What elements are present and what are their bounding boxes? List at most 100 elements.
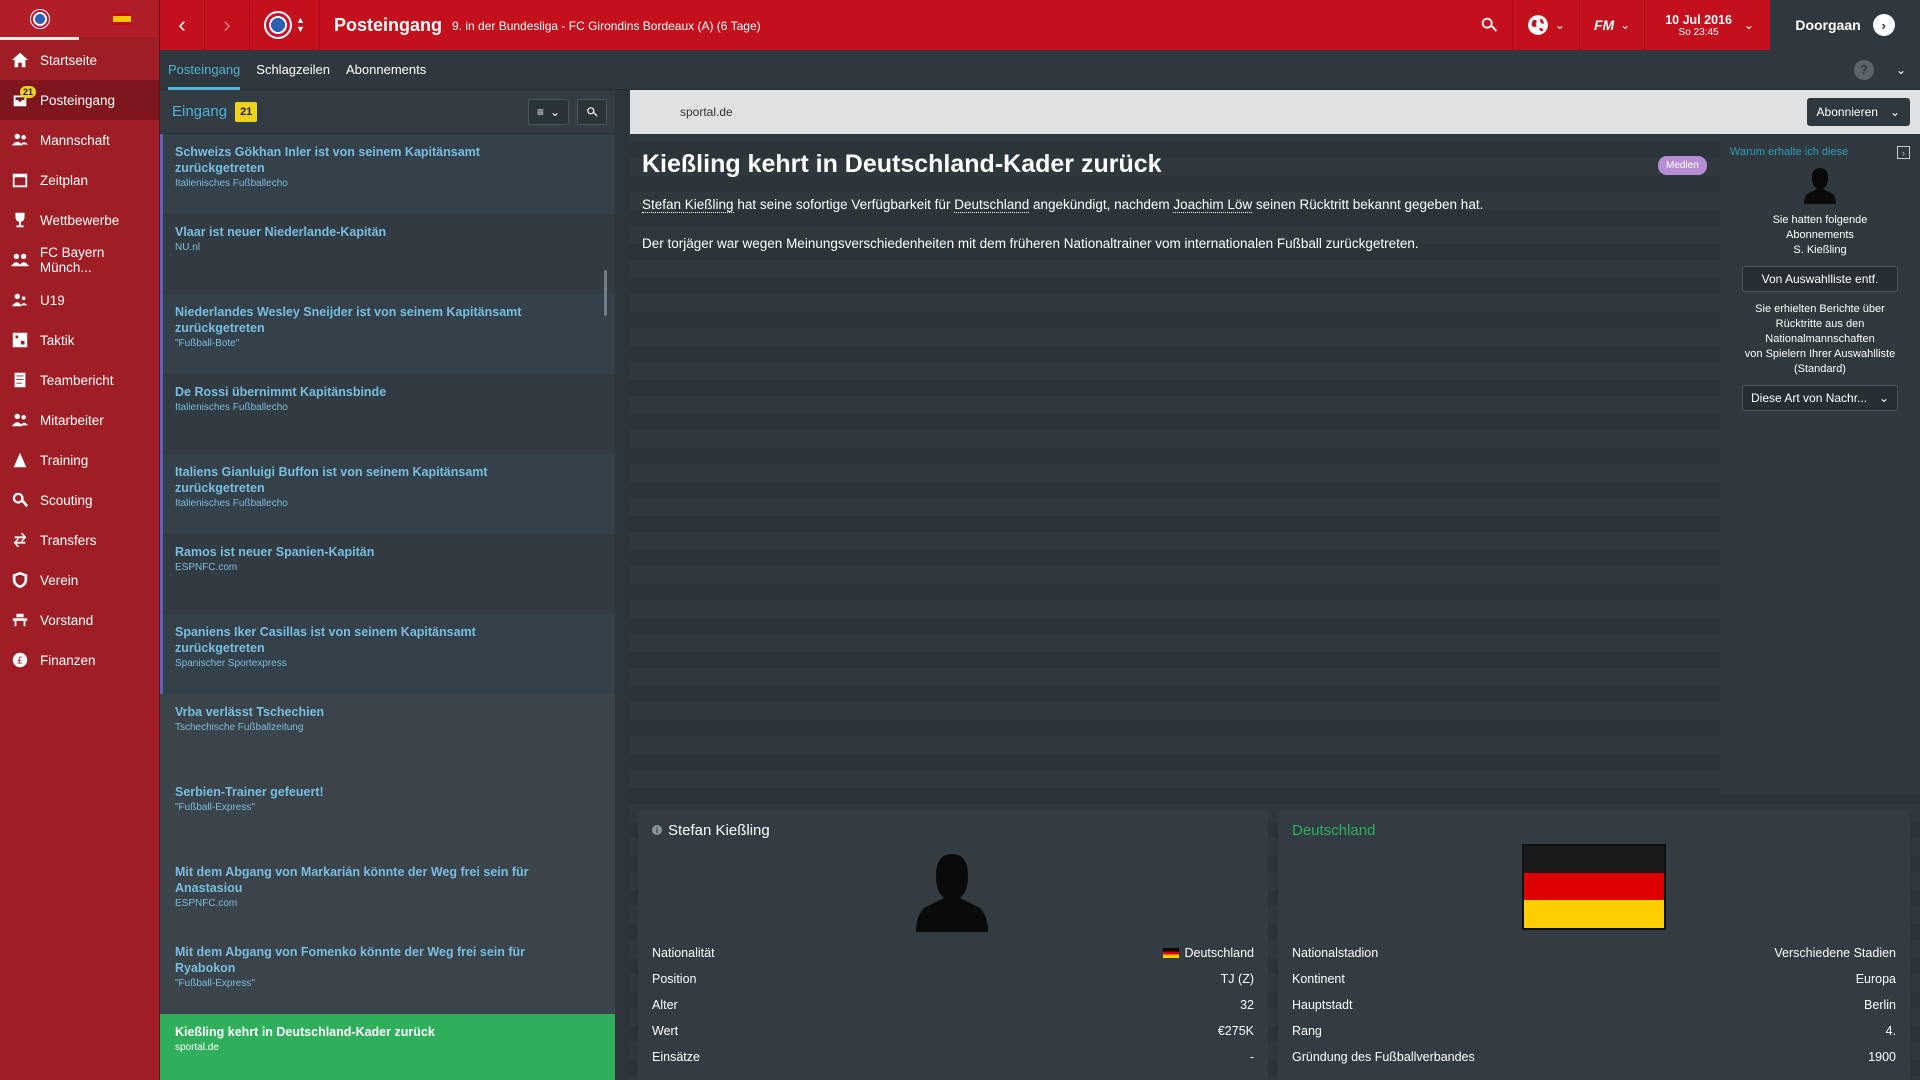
sidebar-item-startseite[interactable]: Startseite <box>0 40 159 80</box>
subscribe-button[interactable]: Abonnieren ⌄ <box>1806 98 1910 126</box>
scrollbar[interactable] <box>604 270 607 316</box>
sidebar-item-mannschaft[interactable]: Mannschaft <box>0 120 159 160</box>
article-text: hat seine sofortige Verfügbarkeit für <box>733 197 955 212</box>
nation-name[interactable]: Deutschland <box>1292 820 1896 840</box>
list-item[interactable]: Niederlandes Wesley Sneijder ist von sei… <box>160 294 615 374</box>
chevron-down-icon[interactable]: ⌄ <box>1896 63 1906 77</box>
attribute-value: Verschiedene Stadien <box>1774 946 1896 960</box>
search-icon <box>10 490 30 510</box>
sidebar-item-posteingang[interactable]: 21 Posteingang <box>0 80 159 120</box>
remove-from-shortlist-button[interactable]: Von Auswahlliste entf. <box>1742 266 1898 292</box>
sidebar-item-mitarbeiter[interactable]: Mitarbeiter <box>0 400 159 440</box>
list-item[interactable]: Ramos ist neuer Spanien-Kapitän ESPNFC.co… <box>160 534 615 614</box>
message-title: Ramos ist neuer Spanien-Kapitän <box>175 545 375 559</box>
globe-icon <box>1527 15 1548 35</box>
club-switcher[interactable]: ▲ ▼ <box>250 0 320 50</box>
list-item[interactable]: Italiens Gianluigi Buffon ist von seinem… <box>160 454 615 534</box>
article-text: angekündigt, nachdem <box>1029 197 1174 212</box>
message-source: "Fußball-Express" <box>175 802 255 813</box>
sidebar-item-zeitplan[interactable]: Zeitplan <box>0 160 159 200</box>
sidebar-item-transfers[interactable]: Transfers <box>0 520 159 560</box>
sidebar-item-label: Teambericht <box>40 372 114 388</box>
list-item-selected[interactable]: Kießling kehrt in Deutschland-Kader zurü… <box>160 1014 615 1080</box>
club-crest-icon <box>264 11 293 39</box>
calendar-icon <box>10 170 30 190</box>
attribute-label: Kontinent <box>1292 972 1345 986</box>
sidebar-item-team[interactable]: FC Bayern Münch... <box>0 240 159 280</box>
sidebar-item-label: Posteingang <box>40 92 116 108</box>
continue-button[interactable]: Doorgaan › <box>1770 0 1920 50</box>
list-item[interactable]: Mit dem Abgang von Markarián könnte der … <box>160 854 615 934</box>
sidebar-item-scouting[interactable]: Scouting <box>0 480 159 520</box>
list-item[interactable]: Serbien-Trainer gefeuert! "Fußball-Expres… <box>160 774 615 854</box>
sidebar-item-verein[interactable]: Verein <box>0 560 159 600</box>
current-date: 10 Jul 2016 <box>1665 12 1732 27</box>
list-item[interactable]: Mit dem Abgang von Fomenko könnte der We… <box>160 934 615 1014</box>
player-card-title[interactable]: i Stefan Kießling <box>652 820 1254 840</box>
world-menu-button[interactable]: ⌄ <box>1511 0 1579 50</box>
flag-germany-icon <box>1522 844 1666 930</box>
forward-button[interactable]: › <box>205 0 250 50</box>
inbox-folder-label[interactable]: Eingang <box>172 103 227 120</box>
page-title: Posteingang <box>334 14 443 35</box>
why-panel: Warum erhalte ich diese › Sie hatten fol… <box>1720 134 1920 794</box>
list-item[interactable]: De Rossi übernimmt Kapitänsbinde Italieni… <box>160 374 615 454</box>
report-reason-line: von Spielern Ihrer Auswahlliste <box>1744 348 1896 360</box>
subscription-reason: Sie hatten folgende Abonnements S. Kießl… <box>1720 213 1920 258</box>
tab-schlagzeilen[interactable]: Schlagzeilen <box>248 50 338 90</box>
sidebar-item-label: Wettbewerbe <box>40 212 120 228</box>
home-icon <box>10 50 30 70</box>
nation-link[interactable]: Deutschland <box>954 197 1030 213</box>
sidebar-item-wettbewerbe[interactable]: Wettbewerbe <box>0 200 159 240</box>
unread-count-badge: 21 <box>235 101 258 122</box>
sidebar-item-finanzen[interactable]: £ Finanzen <box>0 640 159 680</box>
tab-posteingang[interactable]: Posteingang <box>160 50 248 90</box>
list-item[interactable]: Vrba verlässt Tschechien Tschechische Fuß… <box>160 694 615 774</box>
sidebar-item-label: Zeitplan <box>40 172 89 188</box>
sort-menu-button[interactable]: ≡ ⌄ <box>527 98 569 125</box>
club-icon <box>10 570 30 590</box>
player-link[interactable]: Stefan Kießling <box>642 197 734 213</box>
tab-abonnements[interactable]: Abonnements <box>338 50 434 90</box>
message-title: Spaniens Iker Casillas ist von seinem Ka… <box>175 625 476 655</box>
attribute-value[interactable]: Deutschland <box>1162 946 1254 960</box>
report-reason-line: (Standard) <box>1794 363 1846 375</box>
list-item[interactable]: Vlaar ist neuer Niederlande-Kapitän NU.nl <box>160 214 615 294</box>
sidebar-item-label: Finanzen <box>40 652 96 668</box>
date-display[interactable]: 10 Jul 2016 So 23:45 ⌄ <box>1644 0 1770 50</box>
chevron-down-icon: ⌄ <box>1889 105 1900 119</box>
next-match-info[interactable]: 9. in der Bundesliga - FC Girondins Bord… <box>452 19 761 33</box>
message-source: Tschechische Fußballzeitung <box>175 722 304 733</box>
back-button[interactable]: ‹ <box>160 0 205 50</box>
sidebar-item-vorstand[interactable]: Vorstand <box>0 600 159 640</box>
club-crest-icon[interactable] <box>30 8 50 29</box>
nation-flag-icon[interactable] <box>113 12 131 25</box>
message-type-select[interactable]: Diese Art von Nachr... ⌄ <box>1742 385 1898 411</box>
message-source: NU.nl <box>175 242 201 253</box>
list-item[interactable]: Schweizs Gökhan Inler ist von seinem Kap… <box>160 134 615 214</box>
help-icon[interactable]: ? <box>1853 59 1874 80</box>
inbox-search-button[interactable] <box>577 98 607 125</box>
list-item[interactable]: Spaniens Iker Casillas ist von seinem Ka… <box>160 614 615 694</box>
message-source: "Fußball-Express" <box>175 978 255 989</box>
youth-icon <box>10 290 30 310</box>
search-button[interactable] <box>1466 0 1512 50</box>
sidebar-item-taktik[interactable]: Taktik <box>0 320 159 360</box>
sidebar-item-teambericht[interactable]: Teambericht <box>0 360 159 400</box>
tabs-bar: Posteingang Schlagzeilen Abonnements ? ⌄ <box>160 50 1920 90</box>
chevron-down-icon: ⌄ <box>1554 18 1565 32</box>
player-silhouette-icon <box>1804 168 1836 204</box>
sidebar-item-u19[interactable]: U19 <box>0 280 159 320</box>
collapse-icon[interactable]: › <box>1897 146 1910 159</box>
sidebar-item-training[interactable]: Training <box>0 440 159 480</box>
coach-link[interactable]: Joachim Löw <box>1173 197 1253 213</box>
message-title: Vrba verlässt Tschechien <box>175 705 325 719</box>
source-bar: sportal.de Abonnieren ⌄ <box>630 90 1920 134</box>
staff-icon <box>10 410 30 430</box>
training-icon <box>10 450 30 470</box>
message-title: Italiens Gianluigi Buffon ist von seinem… <box>175 465 488 495</box>
player-name: Stefan Kießling <box>668 821 770 839</box>
attribute-label: Nationalität <box>652 946 715 960</box>
fm-menu-button[interactable]: FM ⌄ <box>1578 0 1644 50</box>
player-silhouette-icon <box>916 854 988 932</box>
